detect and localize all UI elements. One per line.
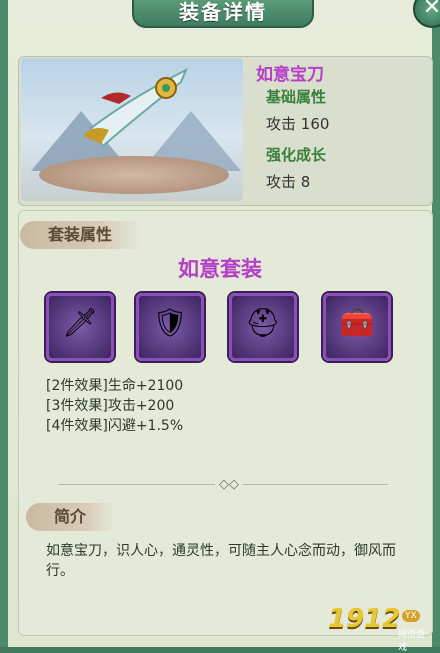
set-effects: [2件效果]生命+2100 [3件效果]攻击+200 [4件效果]闪避+1.5% <box>46 376 183 436</box>
set-piece-slot[interactable]: ⛑ <box>229 293 297 361</box>
site-logo-caption: 网页游戏 <box>398 630 426 653</box>
divider-knot-icon: ◇◇ <box>215 477 243 492</box>
item-name: 如意宝刀 <box>256 65 324 85</box>
basic-attributes-label: 基础属性 <box>266 88 327 106</box>
intro-header: 简介 <box>26 503 115 531</box>
site-logo-badge: YX <box>402 610 420 622</box>
treasure-chest-icon[interactable]: 🧰 <box>326 306 388 339</box>
set-effect-3: [3件效果]攻击+200 <box>46 398 175 414</box>
growth-label: 强化成长 <box>266 146 327 164</box>
set-name: 如意套装 <box>178 257 262 281</box>
set-piece-slot[interactable]: 🧰 <box>323 293 391 361</box>
armor-icon[interactable]: 🛡 <box>139 306 201 339</box>
set-effect-2: [2件效果]生命+2100 <box>46 378 184 394</box>
set-piece-slot[interactable]: 🛡 <box>136 293 204 361</box>
attack-value: 160 <box>300 115 330 133</box>
item-info: 如意宝刀 基础属性 攻击 160 强化成长 攻击 8 <box>252 58 430 201</box>
close-icon[interactable]: ✕ <box>423 0 440 20</box>
growth-stat: 攻击 8 <box>266 171 310 192</box>
item-preview: 出处 <box>21 58 243 201</box>
equipment-detail-window: 装备详情 ✕ 出处 如意宝刀 基础属性 攻击 160 强化成长 攻击 8 <box>0 0 440 653</box>
site-logo: 1912 <box>328 604 401 634</box>
sword-icon <box>83 67 188 148</box>
set-attributes-header: 套装属性 <box>20 221 141 249</box>
growth-attack-label: 攻击 <box>266 173 297 191</box>
set-piece-slot[interactable]: 🗡 <box>46 293 114 361</box>
intro-text: 如意宝刀，识人心，通灵性，可随主人心念而动，御风而行。 <box>46 543 396 579</box>
helmet-icon[interactable]: ⛑ <box>232 306 294 339</box>
growth-attack-value: 8 <box>300 173 311 191</box>
close-button[interactable]: ✕ <box>413 0 440 28</box>
title-tab: 装备详情 <box>132 0 314 28</box>
set-effect-4: [4件效果]闪避+1.5% <box>46 418 184 434</box>
sword-icon[interactable]: 🗡 <box>49 306 111 339</box>
attack-stat: 攻击 160 <box>266 113 329 134</box>
attack-label: 攻击 <box>266 115 297 133</box>
window-title: 装备详情 <box>179 0 267 24</box>
